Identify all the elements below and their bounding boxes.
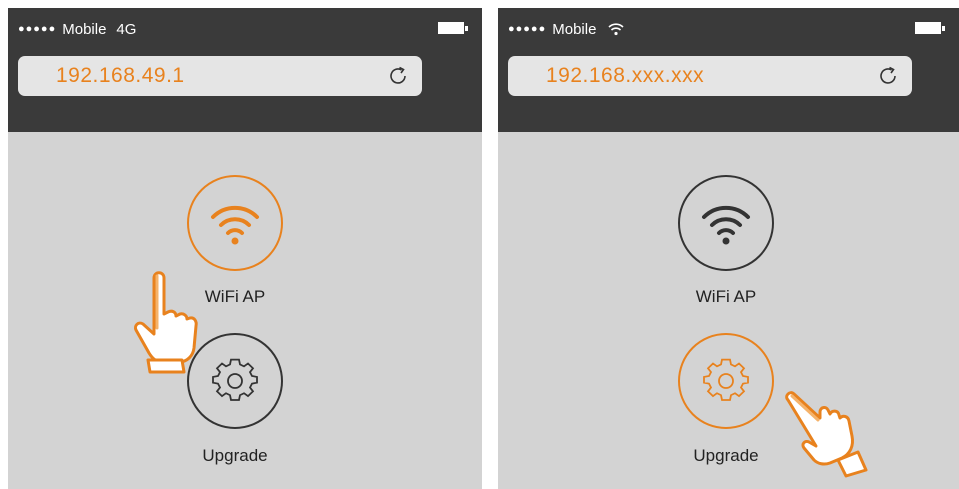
wifi-ap-button[interactable] [187,175,283,271]
phone-screen-right: ●●●●● Mobile 192.168.xxx.xxx WiFi AP Upg… [498,8,959,489]
network-type: 4G [116,20,137,38]
battery-icon [915,22,945,34]
status-bar: ●●●●● Mobile 4G [18,20,136,38]
address-bar[interactable]: 192.168.49.1 [18,56,422,96]
reload-icon[interactable] [876,64,900,88]
upgrade-button[interactable] [678,333,774,429]
gear-icon [703,358,749,401]
wifi-icon [702,205,750,245]
wifi-ap-button[interactable] [678,175,774,271]
signal-strength-dots: ●●●●● [18,23,57,35]
wifi-icon [211,205,259,245]
carrier-name: Mobile [62,20,107,38]
carrier-name: Mobile [552,20,597,38]
wifi-signal-icon [608,23,624,36]
wifi-ap-label: WiFi AP [695,287,757,306]
gear-icon [212,358,258,401]
address-url[interactable]: 192.168.xxx.xxx [546,64,704,88]
upgrade-label: Upgrade [693,446,759,465]
signal-strength-dots: ●●●●● [508,23,547,35]
battery-icon [438,22,468,34]
top-bar: ●●●●● Mobile 192.168.xxx.xxx [498,8,959,132]
upgrade-label: Upgrade [202,446,268,465]
hand-pointer-icon [785,391,868,478]
top-bar: ●●●●● Mobile 4G 192.168.49.1 [8,8,482,132]
address-bar[interactable]: 192.168.xxx.xxx [508,56,912,96]
reload-icon[interactable] [386,64,410,88]
address-url[interactable]: 192.168.49.1 [56,64,185,88]
hand-pointer-icon [134,271,198,374]
status-bar: ●●●●● Mobile [508,20,624,38]
phone-screen-left: ●●●●● Mobile 4G 192.168.49.1 WiFi AP Upg… [8,8,482,489]
